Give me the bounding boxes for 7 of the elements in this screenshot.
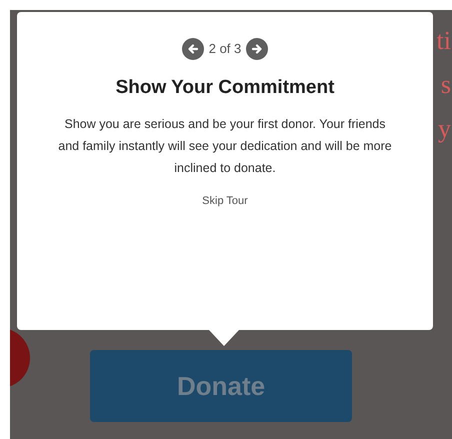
tour-body: Show you are serious and be your first donor. Your friends and family instantly will see your dedication and will be more inclined to donate. (57, 116, 393, 176)
step-counter: 2 of 3 (208, 40, 242, 58)
background-text: y (438, 113, 451, 145)
skip-tour-link[interactable]: Skip Tour (202, 192, 248, 209)
background-text: s (440, 69, 451, 101)
background-text: ti (436, 25, 451, 57)
tour-title: Show Your Commitment (116, 76, 334, 100)
